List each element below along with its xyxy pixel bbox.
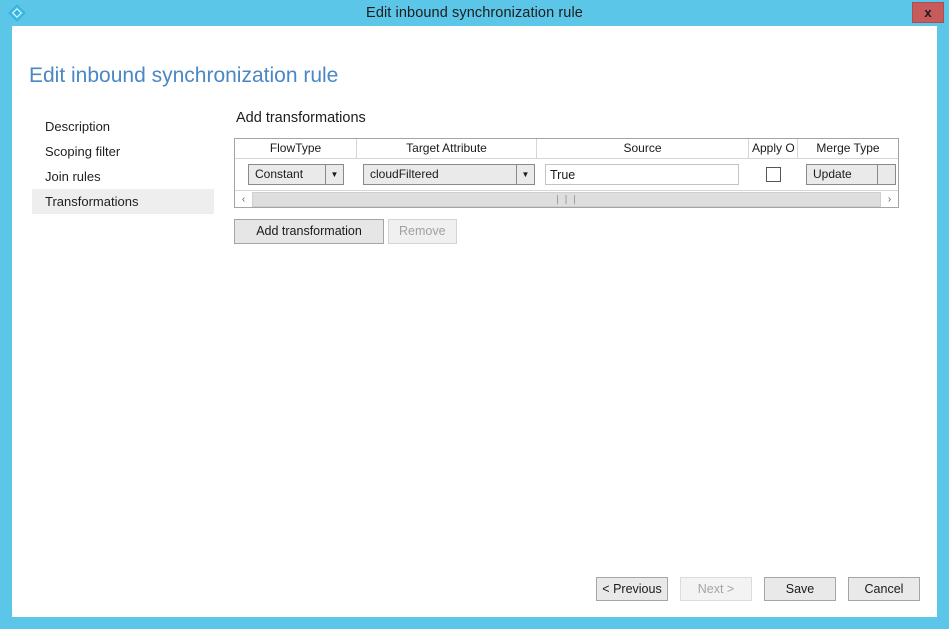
- transformations-grid: FlowType Target Attribute Source Apply O…: [234, 138, 899, 208]
- target-attribute-dropdown-value: cloudFiltered: [370, 167, 439, 181]
- table-row: Constant ▼ cloudFiltered ▼ True Update: [235, 159, 898, 190]
- column-header-target-attribute[interactable]: Target Attribute: [357, 139, 537, 158]
- next-button: Next >: [680, 577, 752, 601]
- previous-button[interactable]: < Previous: [596, 577, 668, 601]
- merge-type-dropdown-value: Update: [813, 167, 852, 181]
- merge-type-dropdown[interactable]: Update: [806, 164, 896, 185]
- sidebar-item-label: Scoping filter: [45, 144, 121, 159]
- remove-button: Remove: [388, 219, 457, 244]
- sidebar-item-scoping-filter[interactable]: Scoping filter: [32, 139, 214, 164]
- chevron-down-icon: ▼: [325, 165, 343, 184]
- edit-inbound-sync-rule-window: Edit inbound synchronization rule x Edit…: [0, 0, 949, 629]
- flowtype-dropdown[interactable]: Constant ▼: [248, 164, 344, 185]
- target-attribute-dropdown[interactable]: cloudFiltered ▼: [363, 164, 535, 185]
- grid-header-row: FlowType Target Attribute Source Apply O…: [235, 139, 898, 159]
- save-button[interactable]: Save: [764, 577, 836, 601]
- column-header-merge-type[interactable]: Merge Type: [798, 139, 898, 158]
- sidebar-item-label: Description: [45, 119, 111, 134]
- title-bar: Edit inbound synchronization rule x: [0, 0, 949, 26]
- scroll-left-arrow-icon[interactable]: ‹: [235, 191, 252, 207]
- window-title: Edit inbound synchronization rule: [366, 5, 583, 21]
- page-title: Edit inbound synchronization rule: [29, 64, 339, 87]
- scroll-right-arrow-icon[interactable]: ›: [881, 191, 898, 207]
- add-transformation-button[interactable]: Add transformation: [234, 219, 384, 244]
- close-icon[interactable]: x: [912, 2, 944, 23]
- grid-action-buttons: Add transformation Remove: [234, 219, 909, 244]
- cell-target-attribute: cloudFiltered ▼: [357, 159, 537, 190]
- cancel-button[interactable]: Cancel: [848, 577, 920, 601]
- apply-once-checkbox[interactable]: [766, 167, 781, 182]
- sidebar-item-join-rules[interactable]: Join rules: [32, 164, 214, 189]
- sidebar-item-label: Join rules: [45, 169, 101, 184]
- scrollbar-thumb[interactable]: ❘❘❘: [252, 192, 881, 207]
- transformations-pane: Add transformations FlowType Target Attr…: [234, 110, 909, 244]
- wizard-footer: < Previous Next > Save Cancel: [596, 577, 920, 601]
- window-client-area: Edit inbound synchronization rule Descri…: [12, 26, 937, 617]
- sidebar-item-transformations[interactable]: Transformations: [32, 189, 214, 214]
- chevron-down-icon: [877, 165, 895, 184]
- chevron-down-icon: ▼: [516, 165, 534, 184]
- sidebar-item-label: Transformations: [45, 194, 139, 209]
- grid-horizontal-scrollbar[interactable]: ‹ ❘❘❘ ›: [235, 190, 898, 207]
- source-input[interactable]: [545, 164, 739, 185]
- column-header-apply-once[interactable]: Apply O: [749, 139, 798, 158]
- column-header-flowtype[interactable]: FlowType: [235, 139, 357, 158]
- section-title: Add transformations: [236, 110, 366, 126]
- flowtype-dropdown-value: Constant: [255, 167, 304, 181]
- cell-merge-type: Update: [798, 159, 898, 190]
- cell-apply-once: [749, 159, 798, 190]
- cell-flowtype: Constant ▼: [235, 159, 357, 190]
- scrollbar-track[interactable]: ❘❘❘: [252, 191, 881, 207]
- column-header-source[interactable]: Source: [537, 139, 749, 158]
- scrollbar-grip-icon: ❘❘❘: [553, 194, 580, 204]
- wizard-nav: Description Scoping filter Join rules Tr…: [32, 114, 214, 214]
- sidebar-item-description[interactable]: Description: [32, 114, 214, 139]
- cell-source: [537, 159, 749, 190]
